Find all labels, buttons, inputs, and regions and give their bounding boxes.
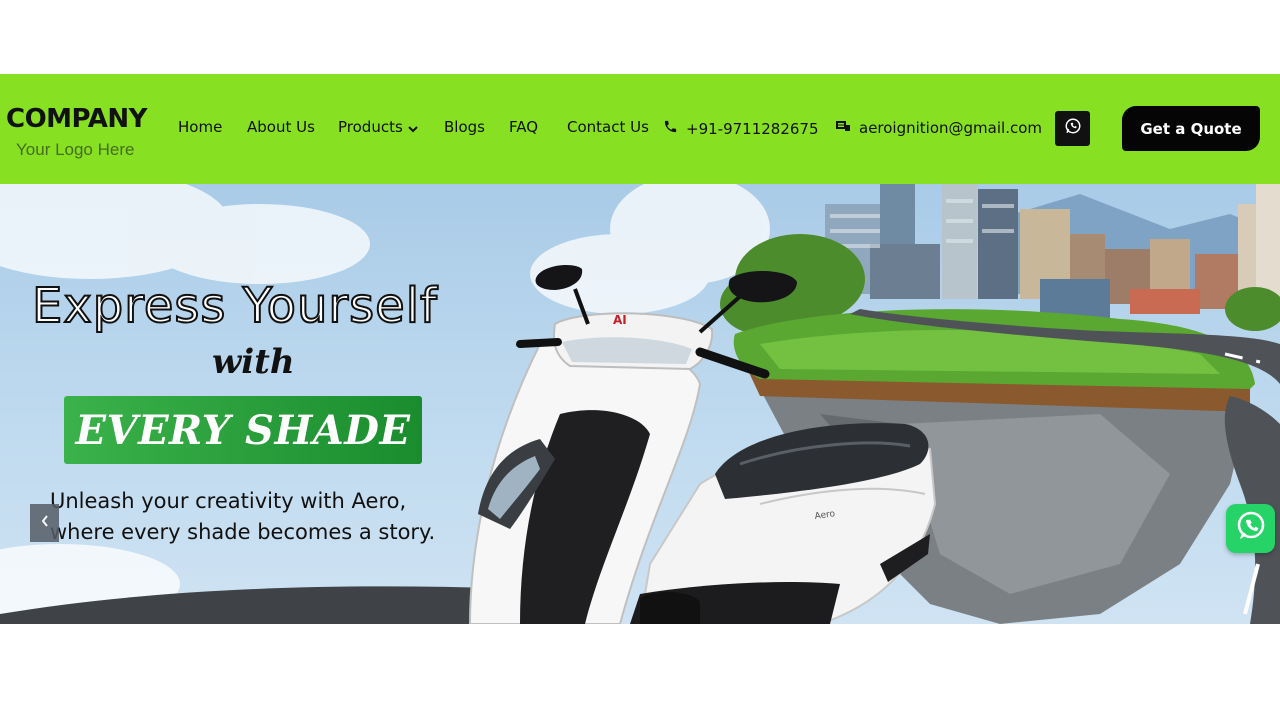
phone-icon [663,119,678,138]
chevron-left-icon [40,514,50,533]
hero-connector-text: with [212,342,295,382]
hero-tagline-line1: Unleash your creativity with Aero, [50,489,407,513]
hero-headline: Express Yourself [31,277,438,335]
email-icon [835,119,851,137]
whatsapp-icon [1234,509,1268,548]
nav-products[interactable]: Products [338,118,418,137]
nav-products-label: Products [338,118,403,136]
hero-banner: AI Aero Express Yourself with EVERY SHAD… [0,184,1280,624]
nav-blogs[interactable]: Blogs [444,118,485,136]
company-logo[interactable]: COMPANY Your Logo Here [6,104,166,164]
logo-title: COMPANY [6,104,147,134]
top-whitespace [0,0,1280,74]
contact-email[interactable]: aeroignition@gmail.com [835,119,1042,137]
whatsapp-icon [1064,117,1082,140]
hero-tagline-line2: where every shade becomes a story. [50,520,436,544]
logo-subtitle: Your Logo Here [16,140,135,159]
nav-home[interactable]: Home [178,118,222,136]
contact-phone[interactable]: +91-9711282675 [663,119,819,138]
email-address: aeroignition@gmail.com [859,119,1042,137]
nav-faq[interactable]: FAQ [509,118,538,136]
hero-highlight-box: EVERY SHADE [64,396,422,464]
nav-contact-us[interactable]: Contact Us [567,118,649,136]
nav-about-us[interactable]: About Us [247,118,315,136]
slider-prev-button[interactable] [30,504,59,542]
chevron-down-icon [408,119,418,137]
whatsapp-float-button[interactable] [1226,504,1275,553]
hero-highlight-text: EVERY SHADE [75,406,411,454]
svg-text:AI: AI [613,313,627,327]
hero-tagline: Unleash your creativity with Aero, where… [50,486,510,548]
phone-number: +91-9711282675 [686,119,819,138]
get-a-quote-button[interactable]: Get a Quote [1122,106,1260,151]
whatsapp-header-button[interactable] [1055,111,1090,146]
